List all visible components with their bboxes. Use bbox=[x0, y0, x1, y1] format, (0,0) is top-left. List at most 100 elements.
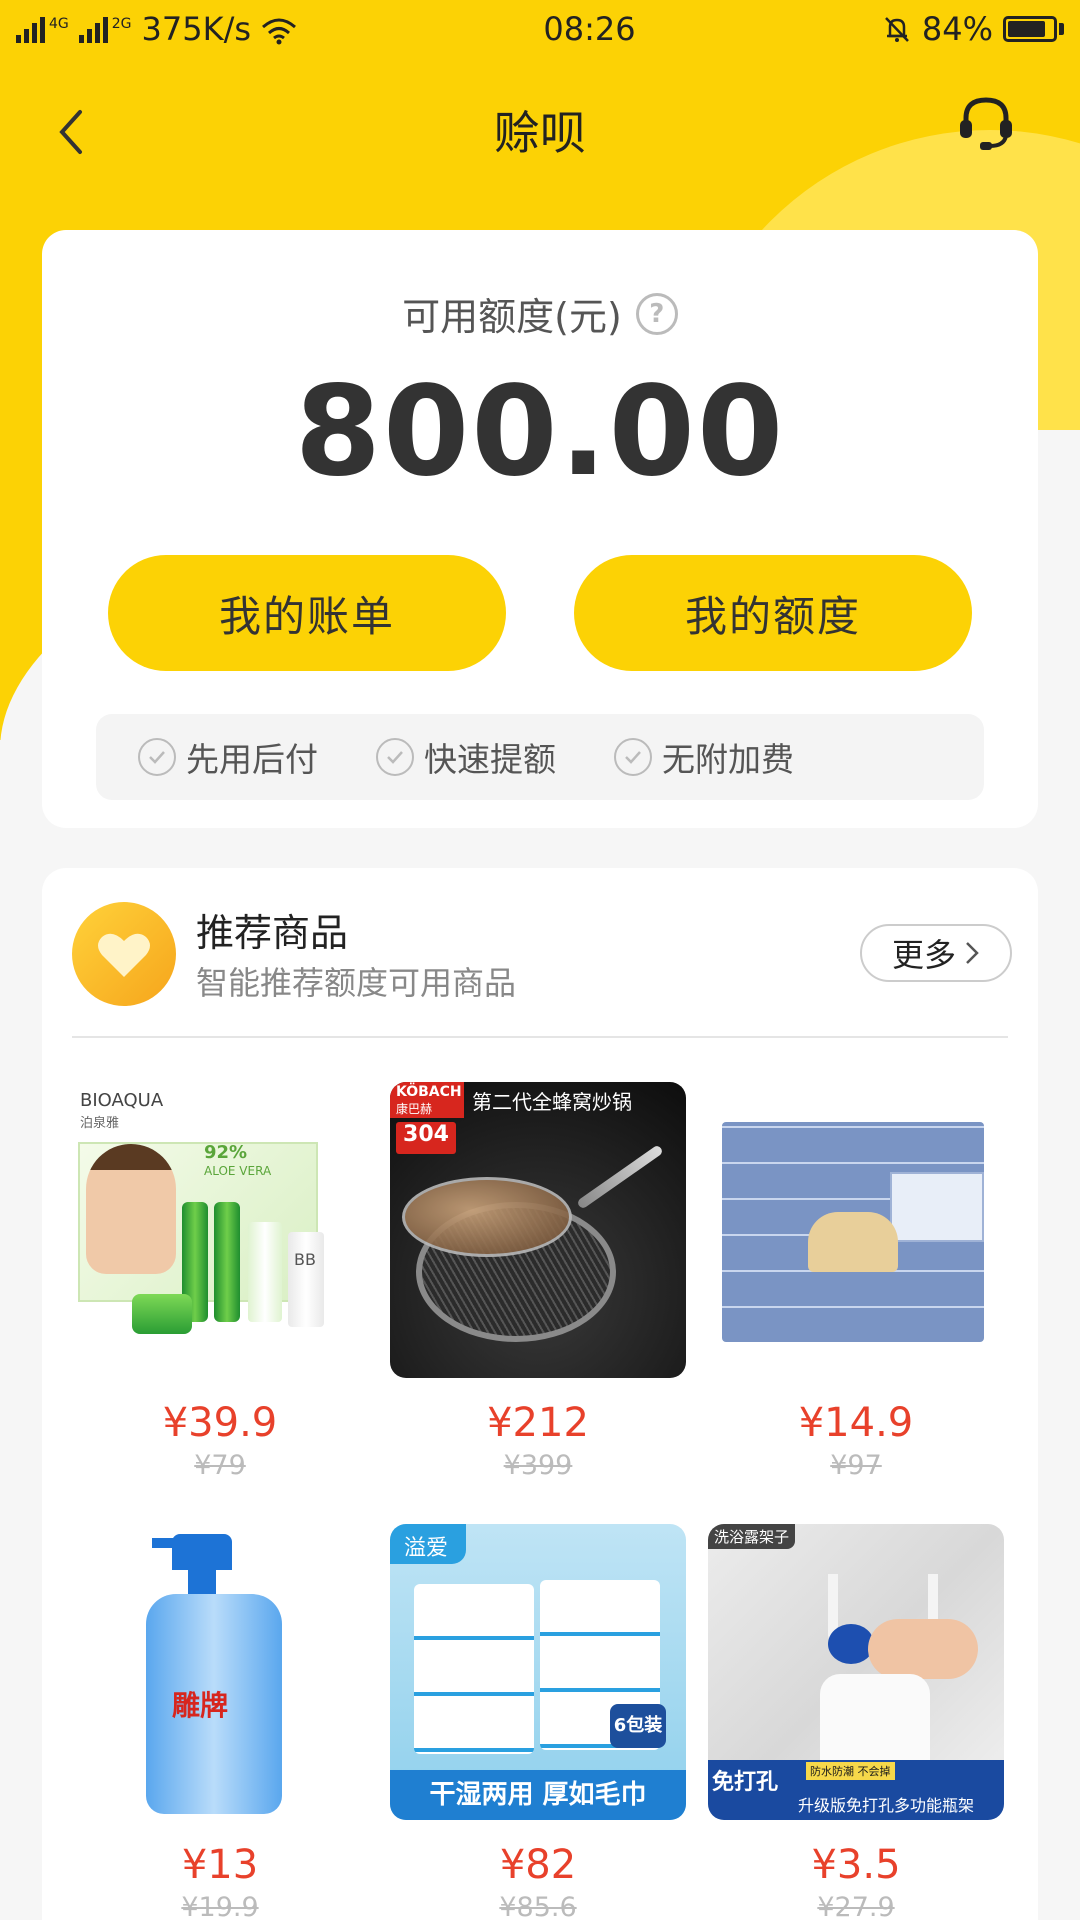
product-feature: 防水防潮 不会掉 bbox=[806, 1762, 895, 1780]
headset-icon bbox=[960, 97, 1012, 150]
network-speed: 375K/s bbox=[141, 10, 252, 48]
battery-percent: 84% bbox=[921, 10, 993, 48]
product-grid: BIOAQUA 泊泉雅 92% ALOE VERA BB ¥39.9 ¥79 K… bbox=[72, 1082, 1012, 1920]
bottle-body bbox=[820, 1674, 930, 1774]
product-card[interactable]: KÖBACH 康巴赫 304 第二代全蜂窝炒锅 ¥212 ¥399 bbox=[390, 1082, 686, 1524]
pack-count-badge: 6包装 bbox=[610, 1704, 666, 1748]
product-original-price: ¥399 bbox=[503, 1450, 573, 1481]
chevron-left-icon bbox=[59, 110, 82, 154]
product-price: ¥212 bbox=[487, 1400, 589, 1446]
product-image[interactable] bbox=[708, 1082, 1004, 1378]
status-right: 84% bbox=[882, 10, 1064, 48]
feature-label: 先用后付 bbox=[186, 740, 318, 779]
check-icon bbox=[614, 738, 652, 776]
product-card[interactable]: ¥14.9 ¥97 bbox=[708, 1082, 1004, 1524]
battery-icon bbox=[1002, 16, 1064, 42]
product-image[interactable]: 雕牌 bbox=[72, 1524, 368, 1820]
brand-logo-cn: 泊泉雅 bbox=[80, 1116, 120, 1131]
product-banner: 升级版免打孔多功能瓶架 bbox=[798, 1796, 975, 1815]
pump-nozzle bbox=[152, 1538, 182, 1548]
product-banner: 第二代全蜂窝炒锅 bbox=[472, 1090, 632, 1114]
product-price: ¥14.9 bbox=[798, 1400, 914, 1446]
product-percent: 92% bbox=[204, 1142, 248, 1163]
page-title: 赊呗 bbox=[494, 106, 586, 160]
product-price: ¥13 bbox=[181, 1842, 259, 1888]
recommend-header: 推荐商品 智能推荐额度可用商品 更多 bbox=[72, 902, 1012, 1012]
product-badge: 免打孔 bbox=[712, 1770, 779, 1795]
tissue-paper bbox=[808, 1212, 898, 1272]
product-tag: 洗浴露架子 bbox=[708, 1524, 796, 1549]
recommend-panel: 推荐商品 智能推荐额度可用商品 更多 BIOAQUA 泊泉雅 92% ALOE … bbox=[42, 868, 1038, 1920]
product-image[interactable]: 溢爱 6包装 干湿两用 厚如毛巾 bbox=[390, 1524, 686, 1820]
bb-label: BB bbox=[294, 1250, 316, 1269]
product-price: ¥39.9 bbox=[162, 1400, 278, 1446]
brand-label: 雕牌 bbox=[172, 1689, 229, 1722]
check-icon bbox=[376, 738, 414, 776]
product-price: ¥3.5 bbox=[811, 1842, 901, 1888]
product-series: ALOE VERA bbox=[204, 1164, 272, 1178]
feature-label: 快速提额 bbox=[424, 740, 556, 779]
product-image[interactable]: BIOAQUA 泊泉雅 92% ALOE VERA BB bbox=[72, 1082, 368, 1378]
brand-logo-cn: 康巴赫 bbox=[396, 1102, 433, 1116]
hand bbox=[868, 1619, 978, 1679]
product-card[interactable]: 洗浴露架子 免打孔 防水防潮 不会掉 升级版免打孔多功能瓶架 ¥3.5 ¥27.… bbox=[708, 1524, 1004, 1920]
product-original-price: ¥19.9 bbox=[181, 1892, 259, 1920]
product-original-price: ¥27.9 bbox=[817, 1892, 895, 1920]
my-quota-button[interactable]: 我的额度 bbox=[574, 555, 972, 671]
status-left: 4G 2G 375K/s bbox=[16, 10, 297, 48]
product-original-price: ¥97 bbox=[830, 1450, 882, 1481]
more-button[interactable]: 更多 bbox=[860, 924, 1012, 982]
brand-logo: 溢爱 bbox=[404, 1536, 449, 1561]
wok-handle bbox=[576, 1144, 664, 1210]
feature-label: 无附加费 bbox=[662, 740, 794, 779]
feature-item: 先用后付 bbox=[138, 733, 318, 781]
tissue-pack bbox=[890, 1172, 984, 1242]
chevron-right-icon bbox=[966, 942, 979, 964]
signal-icon bbox=[78, 15, 108, 43]
network-type-2: 2G bbox=[111, 16, 132, 32]
status-bar: 4G 2G 375K/s 08:26 84% bbox=[0, 0, 1080, 58]
wifi-icon bbox=[261, 15, 297, 45]
model-face bbox=[86, 1144, 176, 1274]
check-icon bbox=[138, 738, 176, 776]
divider bbox=[72, 1036, 1008, 1038]
product-card[interactable]: 溢爱 6包装 干湿两用 厚如毛巾 ¥82 ¥85.6 bbox=[390, 1524, 686, 1920]
product-image[interactable]: KÖBACH 康巴赫 304 第二代全蜂窝炒锅 bbox=[390, 1082, 686, 1378]
credit-amount: 800.00 bbox=[294, 360, 786, 504]
question-icon[interactable]: ? bbox=[635, 292, 678, 335]
product-card[interactable]: BIOAQUA 泊泉雅 92% ALOE VERA BB ¥39.9 ¥79 bbox=[72, 1082, 368, 1524]
heart-icon bbox=[72, 902, 176, 1006]
more-label: 更多 bbox=[891, 936, 956, 974]
brand-logo: BIOAQUA bbox=[80, 1090, 164, 1111]
network-type-1: 4G bbox=[49, 16, 69, 32]
product-original-price: ¥85.6 bbox=[499, 1892, 577, 1920]
clock: 08:26 bbox=[543, 10, 636, 48]
product-image[interactable]: 洗浴露架子 免打孔 防水防潮 不会掉 升级版免打孔多功能瓶架 bbox=[708, 1524, 1004, 1820]
bb-tube bbox=[288, 1232, 324, 1327]
recommend-subtitle: 智能推荐额度可用商品 bbox=[196, 964, 517, 1002]
feature-strip: 先用后付 快速提额 无附加费 bbox=[96, 714, 984, 800]
feature-item: 无附加费 bbox=[614, 733, 794, 781]
brand-logo: KÖBACH bbox=[396, 1084, 462, 1100]
mute-bell-icon bbox=[884, 17, 909, 42]
product-original-price: ¥79 bbox=[194, 1450, 246, 1481]
back-button[interactable] bbox=[52, 106, 92, 158]
recommend-title: 推荐商品 bbox=[196, 911, 349, 955]
pump-head bbox=[828, 1624, 874, 1664]
feature-item: 快速提额 bbox=[376, 733, 556, 781]
wok-lid bbox=[402, 1177, 572, 1257]
steel-badge: 304 bbox=[396, 1122, 456, 1154]
my-bill-button[interactable]: 我的账单 bbox=[108, 555, 506, 671]
signal-icon bbox=[16, 15, 45, 43]
cream-jar bbox=[132, 1294, 192, 1334]
bottle bbox=[214, 1202, 240, 1322]
product-card[interactable]: 雕牌 ¥13 ¥19.9 bbox=[72, 1524, 368, 1920]
product-price: ¥82 bbox=[499, 1842, 577, 1888]
credit-label: 可用额度(元) bbox=[402, 295, 622, 339]
towel-pack bbox=[414, 1584, 534, 1754]
credit-label-row: 可用额度(元) ? bbox=[42, 286, 1038, 341]
customer-service-button[interactable] bbox=[954, 90, 1018, 154]
nav-bar: 赊呗 bbox=[0, 80, 1080, 180]
credit-card: 可用额度(元) ? 800.00 我的账单 我的额度 先用后付 快速提额 无附加… bbox=[42, 230, 1038, 828]
product-banner: 干湿两用 厚如毛巾 bbox=[390, 1770, 686, 1820]
